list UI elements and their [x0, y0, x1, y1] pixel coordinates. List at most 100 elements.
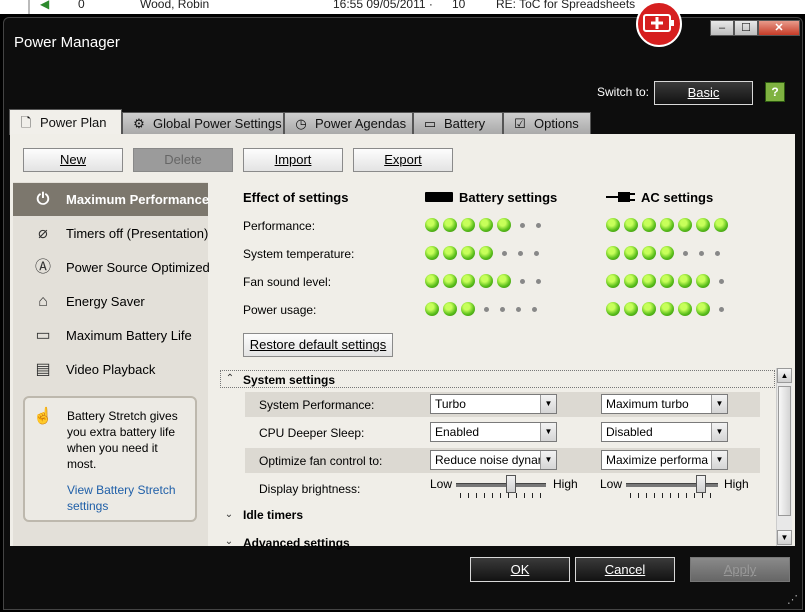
minimize-button[interactable]: – [710, 20, 734, 36]
system-settings-title: System settings [243, 373, 336, 387]
a-circle-icon: Ⓐ [34, 259, 51, 276]
tab-options[interactable]: ☑ Options [503, 112, 591, 134]
battery-stretch-link[interactable]: View Battery Stretch settings [67, 482, 189, 514]
level-dot-on [660, 274, 674, 288]
effect-label-fan: Fan sound level: [243, 275, 332, 289]
advanced-settings-header[interactable]: Advanced settings [243, 536, 350, 550]
effect-label-power-usage: Power usage: [243, 303, 317, 317]
battery-effect-dots-1 [425, 246, 545, 260]
plan-video-playback[interactable]: ▤ Video Playback [13, 353, 208, 386]
close-button[interactable]: ✕ [758, 20, 800, 36]
switch-to-label: Switch to: [597, 85, 650, 99]
level-dot-on [425, 302, 439, 316]
help-icon[interactable]: ? [765, 82, 785, 102]
idle-timers-header[interactable]: Idle timers [243, 508, 303, 522]
settings-scrollbar[interactable]: ▲ ▼ [776, 368, 792, 546]
dropdown-arrow-icon: ▼ [711, 395, 727, 413]
dropdown-arrow-icon: ▼ [540, 423, 556, 441]
expand-chevron-icon[interactable]: ⌄ [222, 508, 236, 522]
ac-settings-header: AC settings [641, 190, 714, 205]
ac-brightness-slider[interactable] [695, 475, 706, 493]
effect-title: Effect of settings [243, 190, 349, 205]
tab-power-plan[interactable]: 🗋 Power Plan [9, 109, 122, 135]
projector-icon: ⌀ [38, 225, 48, 242]
level-dot-on [624, 218, 638, 232]
scroll-down-icon[interactable]: ▼ [777, 530, 792, 545]
battery-effect-dots-3 [425, 302, 543, 316]
level-dot-off [532, 306, 537, 312]
battery-brightness-slider[interactable] [505, 475, 516, 493]
apply-button: Apply [690, 557, 790, 582]
level-dot-on [606, 218, 620, 232]
plan-power-source-optimized[interactable]: Ⓐ Power Source Optimized [13, 251, 210, 284]
plan-maximum-performance[interactable]: ⏻ Maximum Performance [13, 183, 209, 216]
film-icon: ▤ [35, 361, 51, 378]
level-dot-on [642, 246, 656, 260]
level-dot-on [624, 274, 638, 288]
level-dot-on [660, 246, 674, 260]
plan-timers-off[interactable]: ⌀ Timers off (Presentation) [13, 217, 208, 250]
scroll-thumb[interactable] [778, 386, 791, 516]
plan-energy-saver[interactable]: ⌂ Energy Saver [13, 285, 208, 318]
ok-button[interactable]: OK [470, 557, 570, 582]
resize-grip-icon[interactable]: ⋰ [787, 593, 798, 606]
cancel-button[interactable]: Cancel [575, 557, 675, 582]
label-optimize-fan: Optimize fan control to: [259, 454, 383, 468]
battery-fan-control-select[interactable]: Reduce noise dynar ▼ [430, 450, 557, 470]
ac-effect-dots-2 [606, 274, 730, 288]
switch-basic-button[interactable]: Basic [654, 81, 753, 105]
level-dot-on [606, 302, 620, 316]
ac-system-performance-select[interactable]: Maximum turbo ▼ [601, 394, 728, 414]
house-icon: ⌂ [38, 293, 48, 310]
ac-cpu-sleep-select[interactable]: Disabled ▼ [601, 422, 728, 442]
scroll-up-icon[interactable]: ▲ [777, 368, 792, 383]
level-dot-on [425, 246, 439, 260]
import-button[interactable]: Import [243, 148, 343, 172]
expand-chevron-icon[interactable]: ⌄ [222, 535, 236, 549]
level-dot-off [715, 250, 720, 256]
level-dot-off [719, 278, 724, 284]
tab-battery[interactable]: ▭ Battery [413, 112, 503, 134]
ac-fan-control-select[interactable]: Maximize performa ▼ [601, 450, 728, 470]
level-dot-off [484, 306, 489, 312]
window-title: Power Manager [14, 34, 120, 51]
level-dot-on [479, 218, 493, 232]
level-dot-on [479, 246, 493, 260]
dropdown-arrow-icon: ▼ [711, 451, 727, 469]
collapse-chevron-icon[interactable]: ⌃ [223, 372, 237, 386]
level-dot-on [497, 218, 511, 232]
battery-icon: ▭ [423, 116, 437, 131]
level-dot-on [425, 274, 439, 288]
export-button[interactable]: Export [353, 148, 453, 172]
level-dot-off [502, 250, 507, 256]
effect-label-performance: Performance: [243, 219, 316, 233]
battery-clock-icon: ▭ [35, 327, 51, 344]
tab-power-agendas[interactable]: ◷ Power Agendas [284, 112, 413, 134]
level-dot-on [624, 302, 638, 316]
battery-cpu-sleep-select[interactable]: Enabled ▼ [430, 422, 557, 442]
restore-defaults-button[interactable]: Restore default settings [243, 333, 393, 357]
power-icon: ⏻ [36, 191, 50, 208]
new-button[interactable]: New [23, 148, 123, 172]
gear-icon: ⚙ [133, 116, 145, 131]
level-dot-on [443, 218, 457, 232]
email-size: 10 [452, 0, 466, 11]
email-date: 16:55 09/05/2011 · [333, 0, 433, 11]
tab-global-power-settings[interactable]: ⚙ Global Power Settings [122, 112, 284, 134]
battery-effect-dots-0 [425, 218, 547, 232]
level-dot-on [696, 274, 710, 288]
level-dot-on [606, 246, 620, 260]
battery-plus-logo-icon [636, 1, 682, 47]
hand-battery-icon: ☝ [33, 408, 53, 425]
ac-high-label: High [724, 477, 749, 491]
level-dot-on [696, 302, 710, 316]
level-dot-on [425, 218, 439, 232]
maximize-button[interactable]: ☐ [734, 20, 758, 36]
battery-effect-dots-2 [425, 274, 547, 288]
plan-maximum-battery-life[interactable]: ▭ Maximum Battery Life [13, 319, 208, 352]
battery-system-performance-select[interactable]: Turbo ▼ [430, 394, 557, 414]
level-dot-on [678, 218, 692, 232]
level-dot-off [518, 250, 523, 256]
battery-brightness-track [456, 483, 546, 487]
email-from: Wood, Robin [140, 0, 210, 11]
